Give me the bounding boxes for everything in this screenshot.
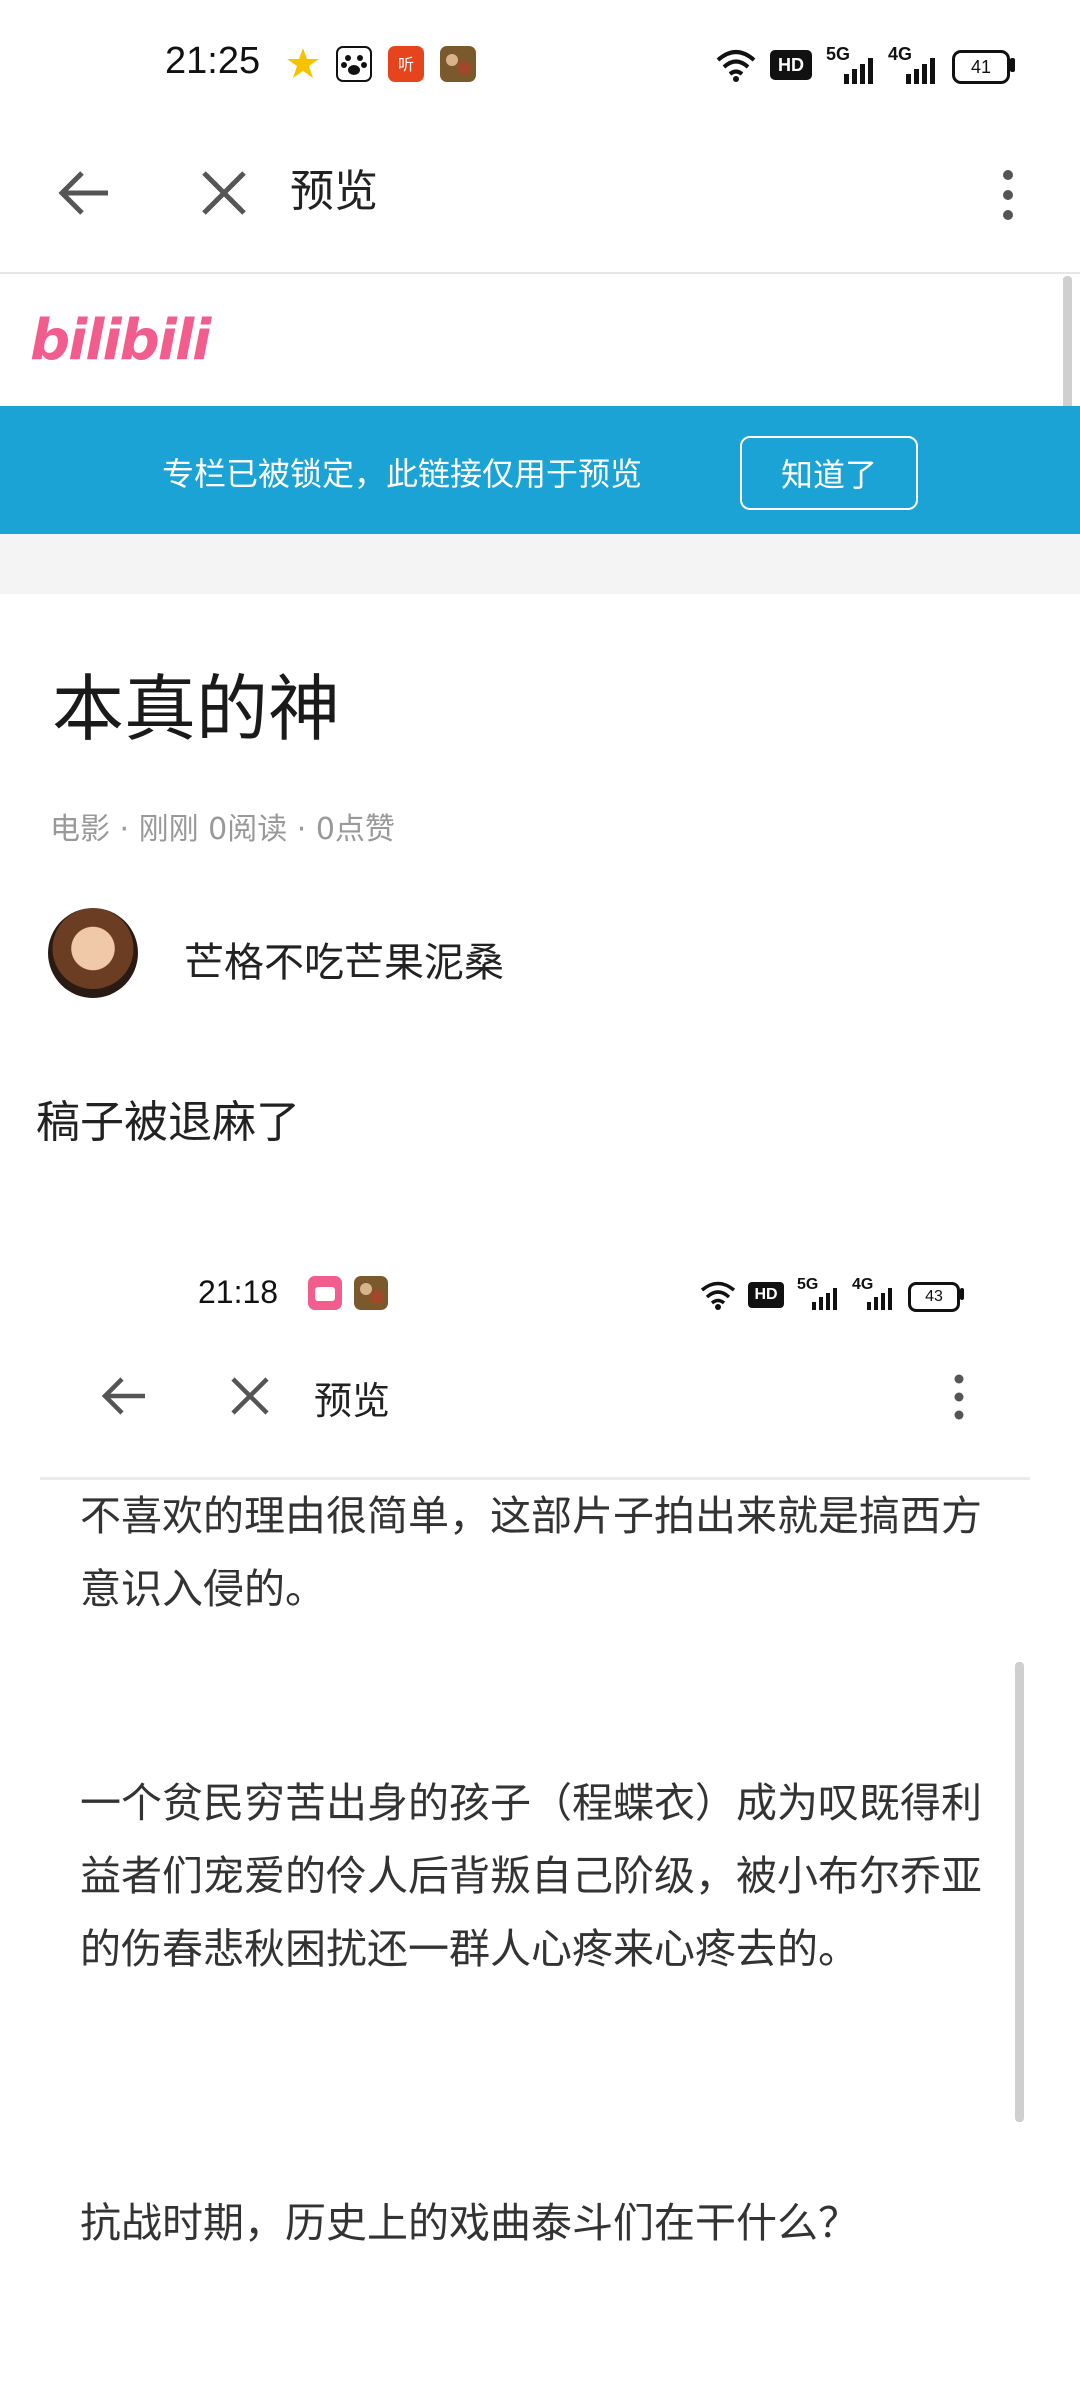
game-avatar-icon xyxy=(354,1276,388,1310)
back-arrow-icon[interactable] xyxy=(56,165,112,221)
more-vert-icon[interactable] xyxy=(996,165,1020,225)
avatar[interactable] xyxy=(48,908,138,998)
embedded-scrollbar xyxy=(1015,1662,1024,2122)
battery-tip xyxy=(1010,58,1015,72)
game-avatar-icon xyxy=(440,46,476,82)
embedded-screenshot: 21:18 HD 5G 4G 43 预览 不喜欢的理由很简单，这部片子拍出来就是… xyxy=(40,1230,1040,2400)
wifi-icon xyxy=(716,50,756,82)
signal-5g-icon xyxy=(812,1288,837,1310)
toolbar-title: 预览 xyxy=(290,166,378,217)
battery-indicator: 43 xyxy=(908,1282,960,1312)
embedded-paragraph-2: 一个贫民穷苦出身的孩子（程蝶衣）成为叹既得利益者们宠爱的伶人后背叛自己阶级，被小… xyxy=(80,1779,982,1973)
close-icon[interactable] xyxy=(196,165,252,221)
embedded-toolbar-title: 预览 xyxy=(314,1379,391,1423)
locked-banner: 专栏已被锁定，此链接仅用于预览 知道了 xyxy=(0,406,1080,534)
signal-5g-icon xyxy=(844,58,873,84)
battery-tip xyxy=(960,1288,964,1300)
article-meta: 电影 · 刚刚 0阅读 · 0点赞 xyxy=(50,812,395,847)
svg-text:听: 听 xyxy=(398,55,414,74)
hd-badge: HD xyxy=(770,50,812,80)
article-first-line: 稿子被退麻了 xyxy=(36,1097,300,1148)
more-vert-icon xyxy=(954,1374,964,1420)
close-icon xyxy=(231,1377,269,1415)
embedded-paragraph-1: 不喜欢的理由很简单，这部片子拍出来就是搞西方意识入侵的。 xyxy=(80,1492,982,1613)
article-title: 本真的神 xyxy=(52,667,341,751)
battery-indicator: 41 xyxy=(952,50,1010,84)
listen-app-icon: 听 xyxy=(388,46,424,82)
bilibili-app-icon xyxy=(308,1276,342,1310)
signal-4g-icon xyxy=(867,1288,892,1310)
embedded-status-time: 21:18 xyxy=(198,1274,279,1310)
back-arrow-icon xyxy=(101,1377,145,1415)
embedded-paragraph-3: 抗战时期，历史上的戏曲泰斗们在干什么？ xyxy=(80,2199,859,2247)
author-name[interactable]: 芒格不吃芒果泥桑 xyxy=(184,930,504,988)
wifi-icon xyxy=(700,1281,736,1310)
top-toolbar: 预览 xyxy=(0,135,1080,274)
star-icon xyxy=(287,48,319,78)
got-it-button[interactable]: 知道了 xyxy=(740,436,918,510)
status-bar: 21:25 听 HD 5G 4G 41 xyxy=(0,0,1080,135)
section-divider xyxy=(0,534,1080,594)
hd-badge: HD xyxy=(748,1282,784,1308)
paw-app-icon xyxy=(336,46,372,82)
bilibili-logo[interactable]: bilibili xyxy=(30,308,211,373)
banner-message: 专栏已被锁定，此链接仅用于预览 xyxy=(162,455,643,493)
status-time: 21:25 xyxy=(165,40,261,82)
signal-4g-icon xyxy=(906,58,935,84)
